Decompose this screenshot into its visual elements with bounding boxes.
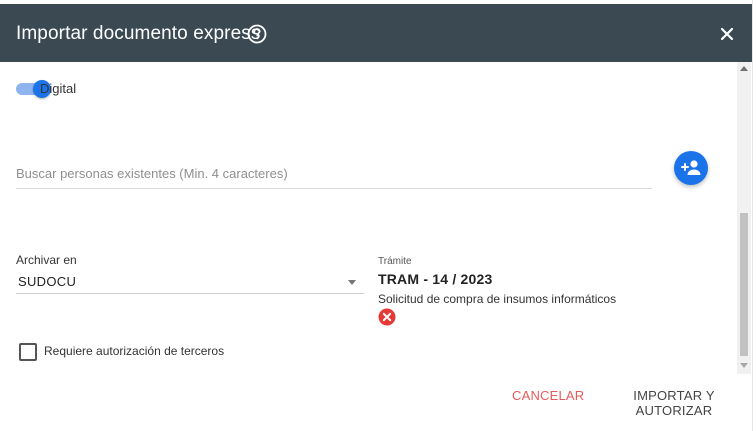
archive-select[interactable]: SUDOCU [16,268,364,294]
scrollbar[interactable] [737,62,751,374]
help-icon[interactable] [246,23,268,45]
person-search-field [16,158,652,189]
add-person-button[interactable] [674,151,708,185]
dialog-header: Importar documento express [0,4,752,62]
tramite-label: Trámite [378,256,412,267]
tramite-description: Solicitud de compra de insumos informáti… [378,292,617,306]
scroll-thumb[interactable] [740,213,748,356]
archive-label: Archivar en [16,253,77,267]
window-edge [752,0,756,431]
digital-toggle-label: Digital [40,81,77,96]
cancel-button[interactable]: CANCELAR [512,388,584,403]
tramite-code: TRAM - 14 / 2023 [378,271,493,287]
scroll-up-arrow-icon[interactable] [740,66,748,71]
import-dialog: Importar documento express Digital Archi… [0,0,752,431]
close-icon[interactable] [716,23,738,45]
person-search-input[interactable] [16,166,646,181]
remove-circle-icon[interactable] [378,308,396,326]
archive-select-value: SUDOCU [18,274,77,289]
caret-down-icon [348,280,356,285]
import-authorize-button[interactable]: IMPORTAR Y AUTORIZAR [596,388,752,418]
scroll-down-arrow-icon[interactable] [740,363,748,368]
authorization-checkbox[interactable] [19,343,37,361]
add-person-icon [681,160,701,175]
authorization-checkbox-label: Requiere autorización de terceros [44,344,225,358]
dialog-title: Importar documento express [16,23,261,44]
